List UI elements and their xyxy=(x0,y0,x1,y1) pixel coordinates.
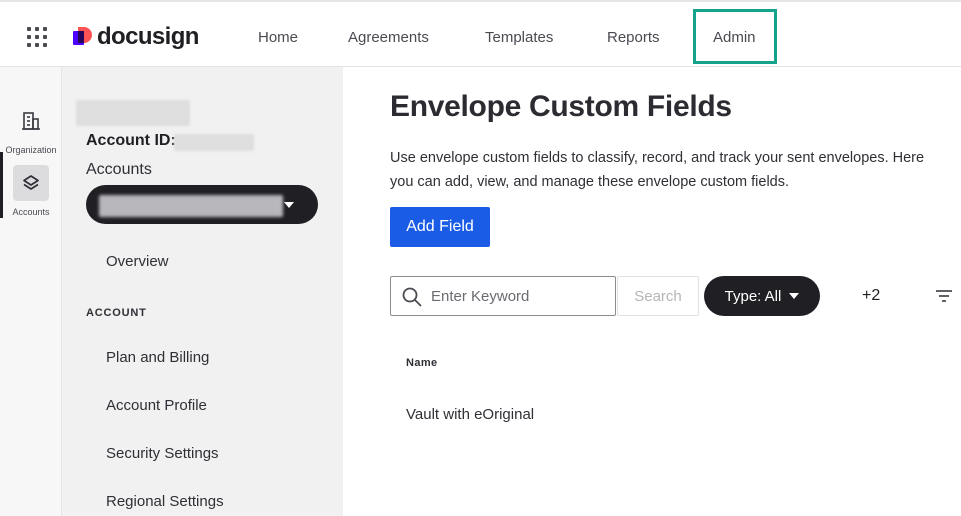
admin-icon-rail: Organization Accounts xyxy=(0,67,62,516)
sidebar-item-plan-and-billing[interactable]: Plan and Billing xyxy=(106,349,209,366)
layers-icon xyxy=(23,175,39,190)
search-input[interactable] xyxy=(431,286,607,306)
keyword-search-field[interactable] xyxy=(390,276,616,316)
nav-agreements[interactable]: Agreements xyxy=(348,29,429,46)
search-icon xyxy=(402,287,422,307)
table-row[interactable]: Vault with eOriginal xyxy=(406,406,534,423)
docusign-logo-mark-icon xyxy=(73,27,93,47)
app-launcher-icon[interactable] xyxy=(27,27,47,47)
accounts-label: Accounts xyxy=(86,161,152,178)
account-name-redacted xyxy=(76,100,190,126)
nav-templates[interactable]: Templates xyxy=(485,29,553,46)
docusign-logo[interactable]: docusign xyxy=(73,23,199,50)
account-id-label: Account ID: xyxy=(86,132,176,149)
table-header-name[interactable]: Name xyxy=(406,357,438,369)
sort-filter-icon[interactable] xyxy=(935,288,953,304)
top-navigation-bar: docusign Home Agreements Templates Repor… xyxy=(0,0,961,67)
type-filter-label: Type: All xyxy=(724,287,782,305)
account-selector-dropdown[interactable] xyxy=(86,185,318,224)
add-field-button[interactable]: Add Field xyxy=(390,207,490,247)
account-id-redacted xyxy=(174,134,254,151)
caret-down-icon xyxy=(284,202,294,208)
sidebar-section-heading: ACCOUNT xyxy=(86,307,147,319)
rail-item-accounts[interactable]: Accounts xyxy=(0,165,62,217)
rail-label-accounts: Accounts xyxy=(12,207,50,217)
rail-item-organization[interactable]: Organization xyxy=(0,107,62,155)
account-selector-value-redacted xyxy=(99,195,283,217)
nav-admin[interactable]: Admin xyxy=(713,29,756,46)
type-filter-dropdown[interactable]: Type: All xyxy=(704,276,820,316)
sidebar-item-overview[interactable]: Overview xyxy=(106,253,169,270)
page-title: Envelope Custom Fields xyxy=(390,90,732,123)
sidebar-item-security-settings[interactable]: Security Settings xyxy=(106,445,219,462)
search-button[interactable]: Search xyxy=(617,276,699,316)
account-sidebar: Account ID: Accounts Overview ACCOUNT Pl… xyxy=(62,67,343,516)
sidebar-item-account-profile[interactable]: Account Profile xyxy=(106,397,207,414)
page-description: Use envelope custom fields to classify, … xyxy=(390,150,925,190)
rail-label-organization: Organization xyxy=(5,145,57,155)
nav-reports[interactable]: Reports xyxy=(607,29,660,46)
brand-name: docusign xyxy=(97,23,199,50)
sidebar-item-regional-settings[interactable]: Regional Settings xyxy=(106,493,224,510)
caret-down-icon xyxy=(789,293,800,299)
more-filters-button[interactable]: +2 xyxy=(862,287,880,305)
building-icon xyxy=(22,112,40,130)
nav-home[interactable]: Home xyxy=(258,29,298,46)
